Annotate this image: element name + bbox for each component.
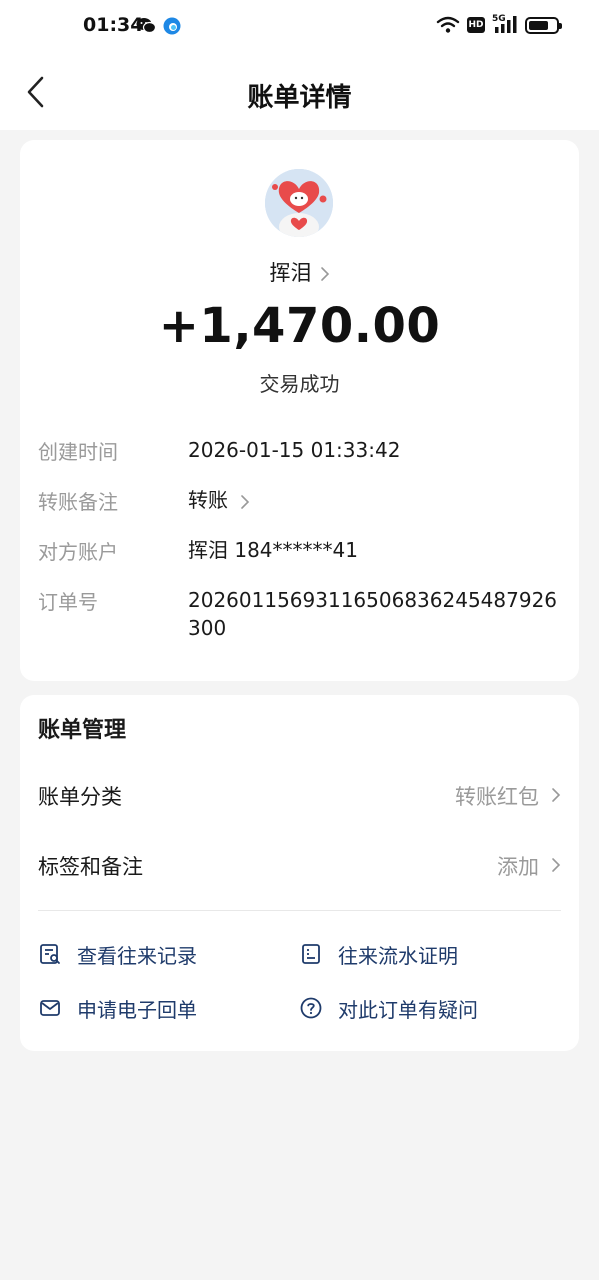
divider xyxy=(38,910,561,911)
battery-tip xyxy=(559,22,562,29)
row-value: 添加 xyxy=(497,855,539,879)
action-label: 申请电子回单 xyxy=(77,997,197,1022)
detail-label: 创建时间 xyxy=(38,440,118,464)
page-title: 账单详情 xyxy=(247,83,352,113)
section-title: 账单管理 xyxy=(38,718,127,743)
question-icon xyxy=(300,997,322,1019)
chevron-right-icon xyxy=(552,788,561,802)
row-label: 标签和备注 xyxy=(38,855,143,879)
bill-detail-page: 01:34 HD 5G 账单详情 挥泪 +1,470.00 交易成功 创建时间 … xyxy=(0,0,599,1280)
status-bar: 01:34 HD 5G xyxy=(0,0,599,52)
hd-badge: HD xyxy=(467,17,485,33)
wifi-icon xyxy=(436,16,460,33)
detail-label: 订单号 xyxy=(38,590,98,614)
bill-category-row[interactable]: 账单分类 转账红包 xyxy=(38,775,561,815)
payee-name: 挥泪 xyxy=(269,261,312,285)
wechat-icon xyxy=(136,18,156,34)
action-label: 对此订单有疑问 xyxy=(338,997,478,1022)
nav-bar: 账单详情 xyxy=(0,52,599,130)
transaction-status: 交易成功 xyxy=(259,372,340,396)
chevron-right-icon xyxy=(241,494,250,509)
transaction-card: 挥泪 +1,470.00 交易成功 创建时间 2026-01-15 01:33:… xyxy=(20,140,579,681)
chevron-right-icon xyxy=(552,858,561,872)
battery-level xyxy=(529,20,548,30)
row-value: 转账红包 xyxy=(455,785,539,809)
detail-value-wrap: 转账 xyxy=(188,486,568,514)
detail-label: 转账备注 xyxy=(38,490,118,514)
action-label: 查看往来记录 xyxy=(77,943,197,968)
detail-value: 20260115693116506836245487926300 xyxy=(188,588,558,640)
browser-icon xyxy=(163,17,181,35)
records-icon xyxy=(40,944,60,964)
detail-label: 对方账户 xyxy=(38,540,118,564)
chevron-right-icon xyxy=(320,267,329,281)
bill-management-card: 账单管理 账单分类 转账红包 标签和备注 添加 查看往来记录 往来流水证明 申请… xyxy=(20,695,579,1051)
detail-value: 挥泪 184******41 xyxy=(188,538,358,562)
detail-value: 2026-01-15 01:33:42 xyxy=(188,438,401,462)
detail-value: 转账 xyxy=(188,488,228,512)
row-label: 账单分类 xyxy=(38,785,122,809)
order-question-button[interactable]: 对此订单有疑问 xyxy=(299,993,478,1023)
statement-icon xyxy=(302,944,320,964)
status-indicators: HD 5G xyxy=(436,14,562,35)
electronic-receipt-button[interactable]: 申请电子回单 xyxy=(38,993,197,1023)
tags-notes-row[interactable]: 标签和备注 添加 xyxy=(38,845,561,885)
avatar-image xyxy=(265,169,333,237)
action-label: 往来流水证明 xyxy=(338,943,458,968)
statement-proof-button[interactable]: 往来流水证明 xyxy=(299,939,458,969)
mail-icon xyxy=(40,1000,60,1016)
signal-icon xyxy=(495,16,517,33)
transaction-amount: +1,470.00 xyxy=(158,298,441,354)
avatar[interactable] xyxy=(265,169,333,237)
battery-icon xyxy=(525,16,562,34)
view-records-button[interactable]: 查看往来记录 xyxy=(38,939,197,969)
cellular-signal: 5G xyxy=(492,14,518,35)
payee-link[interactable]: 挥泪 xyxy=(20,257,579,287)
status-time: 01:34 xyxy=(83,14,144,36)
